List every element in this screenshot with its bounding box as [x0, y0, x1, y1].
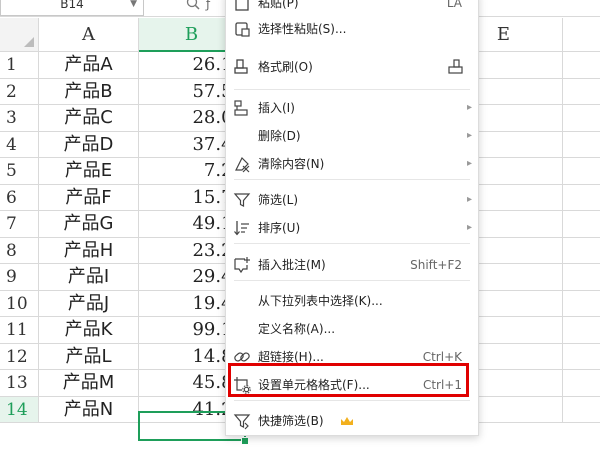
- cell-product-name[interactable]: 产品D: [39, 131, 139, 158]
- cell-product-name[interactable]: 产品G: [39, 211, 139, 238]
- menu-separator: [234, 280, 470, 281]
- cell-product-name[interactable]: 产品H: [39, 237, 139, 264]
- insert-comment-icon: [234, 257, 250, 274]
- cell-empty[interactable]: [563, 79, 600, 105]
- row-header[interactable]: 4: [0, 131, 39, 158]
- name-box[interactable]: B14 ▼: [0, 0, 144, 16]
- menu-item-label: 清除内容(N): [258, 157, 325, 171]
- row-header[interactable]: 10: [0, 290, 39, 317]
- format-painter-pin-icon[interactable]: [448, 59, 464, 75]
- menu-item-delete[interactable]: 删除(D) ▸: [226, 122, 478, 150]
- menu-item-clear-contents[interactable]: 清除内容(N) ▸: [226, 150, 478, 178]
- select-all-triangle-icon: [24, 37, 34, 47]
- row-header[interactable]: 11: [0, 317, 39, 344]
- cell-product-name[interactable]: 产品C: [39, 105, 139, 132]
- row-header[interactable]: 12: [0, 343, 39, 370]
- highlight-box: [228, 363, 469, 397]
- menu-item-pick-from-dropdown[interactable]: 从下拉列表中选择(K)...: [226, 287, 478, 315]
- menu-item-filter[interactable]: 筛选(L) ▸: [226, 186, 478, 214]
- clear-icon: [235, 156, 250, 173]
- submenu-arrow-icon: ▸: [466, 222, 472, 233]
- cell-empty[interactable]: [563, 317, 600, 344]
- zoom-icon[interactable]: [186, 0, 200, 10]
- row-header[interactable]: 8: [0, 237, 39, 264]
- cell-empty[interactable]: [563, 105, 600, 132]
- submenu-arrow-icon: ▸: [466, 194, 472, 205]
- row-header[interactable]: 1: [0, 52, 39, 79]
- row-header[interactable]: 3: [0, 105, 39, 132]
- cell-empty[interactable]: [563, 238, 600, 264]
- cell-empty[interactable]: [563, 158, 600, 185]
- name-box-value: B14: [60, 0, 84, 11]
- menu-item-insert[interactable]: 插入(I) ▸: [226, 94, 478, 122]
- quick-filter-icon: [233, 414, 251, 430]
- menu-item-paste-special[interactable]: 选择性粘贴(S)...: [226, 15, 478, 43]
- chevron-down-icon[interactable]: ▼: [130, 0, 137, 13]
- row-header[interactable]: 7: [0, 211, 39, 238]
- menu-item-label: 筛选(L): [258, 193, 299, 207]
- menu-item-label: 排序(U): [258, 221, 301, 235]
- sort-icon: [234, 221, 249, 236]
- menu-item-define-name[interactable]: 定义名称(A)...: [226, 315, 478, 343]
- cell-product-name[interactable]: 产品L: [39, 343, 139, 370]
- menu-item-label: 插入(I): [258, 101, 295, 115]
- cell-product-name[interactable]: 产品N: [39, 396, 139, 423]
- menu-item-label: 快捷筛选(B): [258, 414, 324, 428]
- cell-product-name[interactable]: 产品B: [39, 78, 139, 105]
- menu-item-label: 从下拉列表中选择(K)...: [258, 294, 383, 308]
- menu-item-label: 选择性粘贴(S)...: [258, 22, 347, 36]
- menu-item-label: 插入批注(M): [258, 258, 326, 272]
- cell-product-name[interactable]: 产品K: [39, 317, 139, 344]
- cell-empty[interactable]: [563, 211, 600, 238]
- menu-item-sort[interactable]: 排序(U) ▸: [226, 214, 478, 242]
- row-header[interactable]: 2: [0, 78, 39, 105]
- menu-item-quick-filter[interactable]: 快捷筛选(B): [226, 407, 478, 435]
- cell-product-name[interactable]: 产品I: [39, 264, 139, 291]
- submenu-arrow-icon: ▸: [466, 102, 472, 113]
- cell-product-name[interactable]: 产品J: [39, 290, 139, 317]
- format-painter-icon: [234, 59, 248, 74]
- menu-item-format-painter[interactable]: 格式刷(O): [226, 53, 478, 81]
- cell-product-name[interactable]: 产品F: [39, 184, 139, 211]
- row-header[interactable]: 9: [0, 264, 39, 291]
- menu-item-label: 定义名称(A)...: [258, 322, 336, 336]
- menu-item-shortcut: Shift+F2: [410, 258, 462, 272]
- menu-separator: [234, 400, 470, 401]
- menu-separator: [234, 179, 470, 180]
- insert-icon: [234, 100, 248, 116]
- column-header-f[interactable]: [563, 18, 600, 52]
- crown-icon: [341, 417, 353, 425]
- paste-special-icon: [235, 22, 250, 37]
- menu-item-insert-comment[interactable]: 插入批注(M) Shift+F2: [226, 251, 478, 279]
- cell-empty[interactable]: [563, 52, 600, 79]
- submenu-arrow-icon: ▸: [466, 158, 472, 169]
- row-header[interactable]: 13: [0, 370, 39, 397]
- filter-icon: [233, 193, 251, 207]
- cell-empty[interactable]: [563, 397, 600, 423]
- menu-separator: [234, 89, 470, 90]
- menu-item-label: 格式刷(O): [258, 60, 313, 74]
- cell-product-name[interactable]: 产品A: [39, 52, 139, 79]
- cell-product-name[interactable]: 产品M: [39, 370, 139, 397]
- row-header[interactable]: 6: [0, 184, 39, 211]
- submenu-arrow-icon: ▸: [466, 130, 472, 141]
- cell-empty[interactable]: [563, 344, 600, 370]
- cell-empty[interactable]: [563, 185, 600, 211]
- fill-handle[interactable]: [241, 437, 249, 445]
- column-header-a[interactable]: A: [39, 18, 139, 52]
- menu-item-label: 删除(D): [258, 129, 301, 143]
- cell-empty[interactable]: [563, 132, 600, 158]
- cell-empty[interactable]: [563, 370, 600, 397]
- row-header[interactable]: 14: [0, 396, 39, 423]
- cell-product-name[interactable]: 产品E: [39, 158, 139, 185]
- cell-empty[interactable]: [563, 291, 600, 317]
- select-all-corner[interactable]: [0, 18, 39, 52]
- row-header[interactable]: 5: [0, 158, 39, 185]
- menu-separator: [234, 243, 470, 244]
- paste-icon: [235, 0, 249, 11]
- fx-label[interactable]: ƒ: [206, 0, 210, 11]
- cell-empty[interactable]: [563, 264, 600, 291]
